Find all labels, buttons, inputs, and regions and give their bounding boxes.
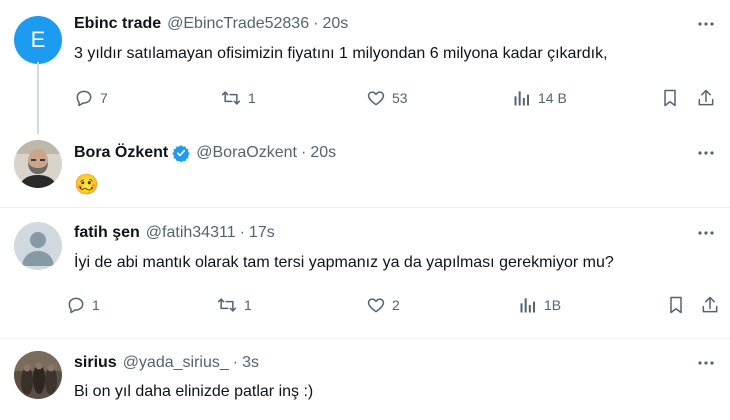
tweet-header: sirius @yada_sirius_ · 3s <box>74 352 730 374</box>
more-options-icon[interactable] <box>696 223 716 243</box>
views-count: 14 B <box>538 90 567 106</box>
views-button[interactable]: 14 B <box>512 85 567 111</box>
retweet-button[interactable]: 1 <box>216 292 252 318</box>
bookmark-icon <box>670 296 682 314</box>
retweet-count: 1 <box>248 90 256 106</box>
verified-badge-icon <box>172 144 190 162</box>
avatar[interactable] <box>14 351 62 399</box>
reply-button[interactable]: 7 <box>74 85 108 111</box>
separator-dot: · <box>300 144 307 161</box>
timestamp[interactable]: 17s <box>249 224 275 242</box>
heart-icon <box>367 298 385 313</box>
share-button[interactable] <box>696 85 716 111</box>
reply-icon <box>68 297 84 314</box>
tweet-header: fatih şen @fatih34311 · 17s <box>74 222 730 244</box>
more-options-icon[interactable] <box>696 353 716 373</box>
views-count: 1B <box>544 297 562 313</box>
tweet-fatih[interactable]: fatih şen @fatih34311 · 17s İyi de abi m… <box>0 208 730 338</box>
avatar[interactable] <box>14 140 62 188</box>
retweet-button[interactable]: 1 <box>220 85 256 111</box>
like-button[interactable]: 53 <box>366 85 408 111</box>
more-options-icon[interactable] <box>696 14 716 34</box>
like-button[interactable]: 2 <box>366 292 400 318</box>
separator-dot: · <box>239 224 245 241</box>
reply-icon <box>76 90 92 107</box>
avatar-letter: E <box>30 27 46 52</box>
action-bar: 7 1 53 14 B <box>74 85 720 111</box>
views-chart-icon <box>514 91 529 106</box>
action-bar: 1 1 2 1B <box>68 292 720 318</box>
separator-dot: · <box>232 354 239 371</box>
tweet-text: 🥴 <box>74 174 99 196</box>
views-chart-icon <box>520 298 535 313</box>
display-name[interactable]: fatih şen <box>74 224 140 242</box>
timestamp[interactable]: 20s <box>310 144 336 162</box>
avatar[interactable] <box>14 222 62 270</box>
user-handle[interactable]: @yada_sirius_ <box>123 354 229 372</box>
heart-icon <box>367 91 385 106</box>
more-options-icon[interactable] <box>696 143 716 163</box>
share-button[interactable] <box>700 292 720 318</box>
display-name[interactable]: sirius <box>74 354 117 372</box>
thread-line <box>37 62 39 134</box>
display-name[interactable]: Bora Özkent <box>74 144 168 162</box>
avatar[interactable]: E <box>14 16 62 64</box>
retweet-icon <box>221 91 241 105</box>
tweet-text: Bi on yıl daha elinizde patlar inş :) <box>74 383 314 400</box>
user-handle[interactable]: @fatih34311 <box>146 224 236 242</box>
views-button[interactable]: 1B <box>518 292 561 318</box>
display-name[interactable]: Ebinc trade <box>74 15 161 33</box>
timestamp[interactable]: 20s <box>322 15 348 33</box>
user-handle[interactable]: @EbincTrade52836 <box>167 15 309 33</box>
like-count: 53 <box>392 90 408 106</box>
bookmark-button[interactable] <box>660 85 680 111</box>
timestamp[interactable]: 3s <box>242 354 259 372</box>
bookmark-icon <box>664 89 676 107</box>
tweet-header: Bora Özkent @BoraOzkent · 20s <box>74 142 730 164</box>
reply-count: 7 <box>100 90 108 106</box>
share-icon <box>698 89 714 106</box>
tweet-text: İyi de abi mantık olarak tam tersi yapma… <box>74 254 614 271</box>
share-icon <box>702 296 718 313</box>
tweet-text: 3 yıldır satılamayan ofisimizin fiyatını… <box>74 45 608 62</box>
retweet-count: 1 <box>244 297 252 313</box>
tweet-ebinc[interactable]: E Ebinc trade @EbincTrade52836 · 20s 3 y… <box>0 0 730 134</box>
reply-count: 1 <box>92 297 100 313</box>
tweet-header: Ebinc trade @EbincTrade52836 · 20s <box>74 13 730 35</box>
retweet-icon <box>217 298 237 312</box>
separator-dot: · <box>313 15 319 32</box>
like-count: 2 <box>392 297 400 313</box>
user-handle[interactable]: @BoraOzkent <box>196 144 297 162</box>
tweet-bora[interactable]: Bora Özkent @BoraOzkent · 20s 🥴 <box>0 134 730 206</box>
tweet-sirius[interactable]: sirius @yada_sirius_ · 3s Bi on yıl daha… <box>0 339 730 420</box>
bookmark-button[interactable] <box>666 292 686 318</box>
reply-button[interactable]: 1 <box>66 292 100 318</box>
